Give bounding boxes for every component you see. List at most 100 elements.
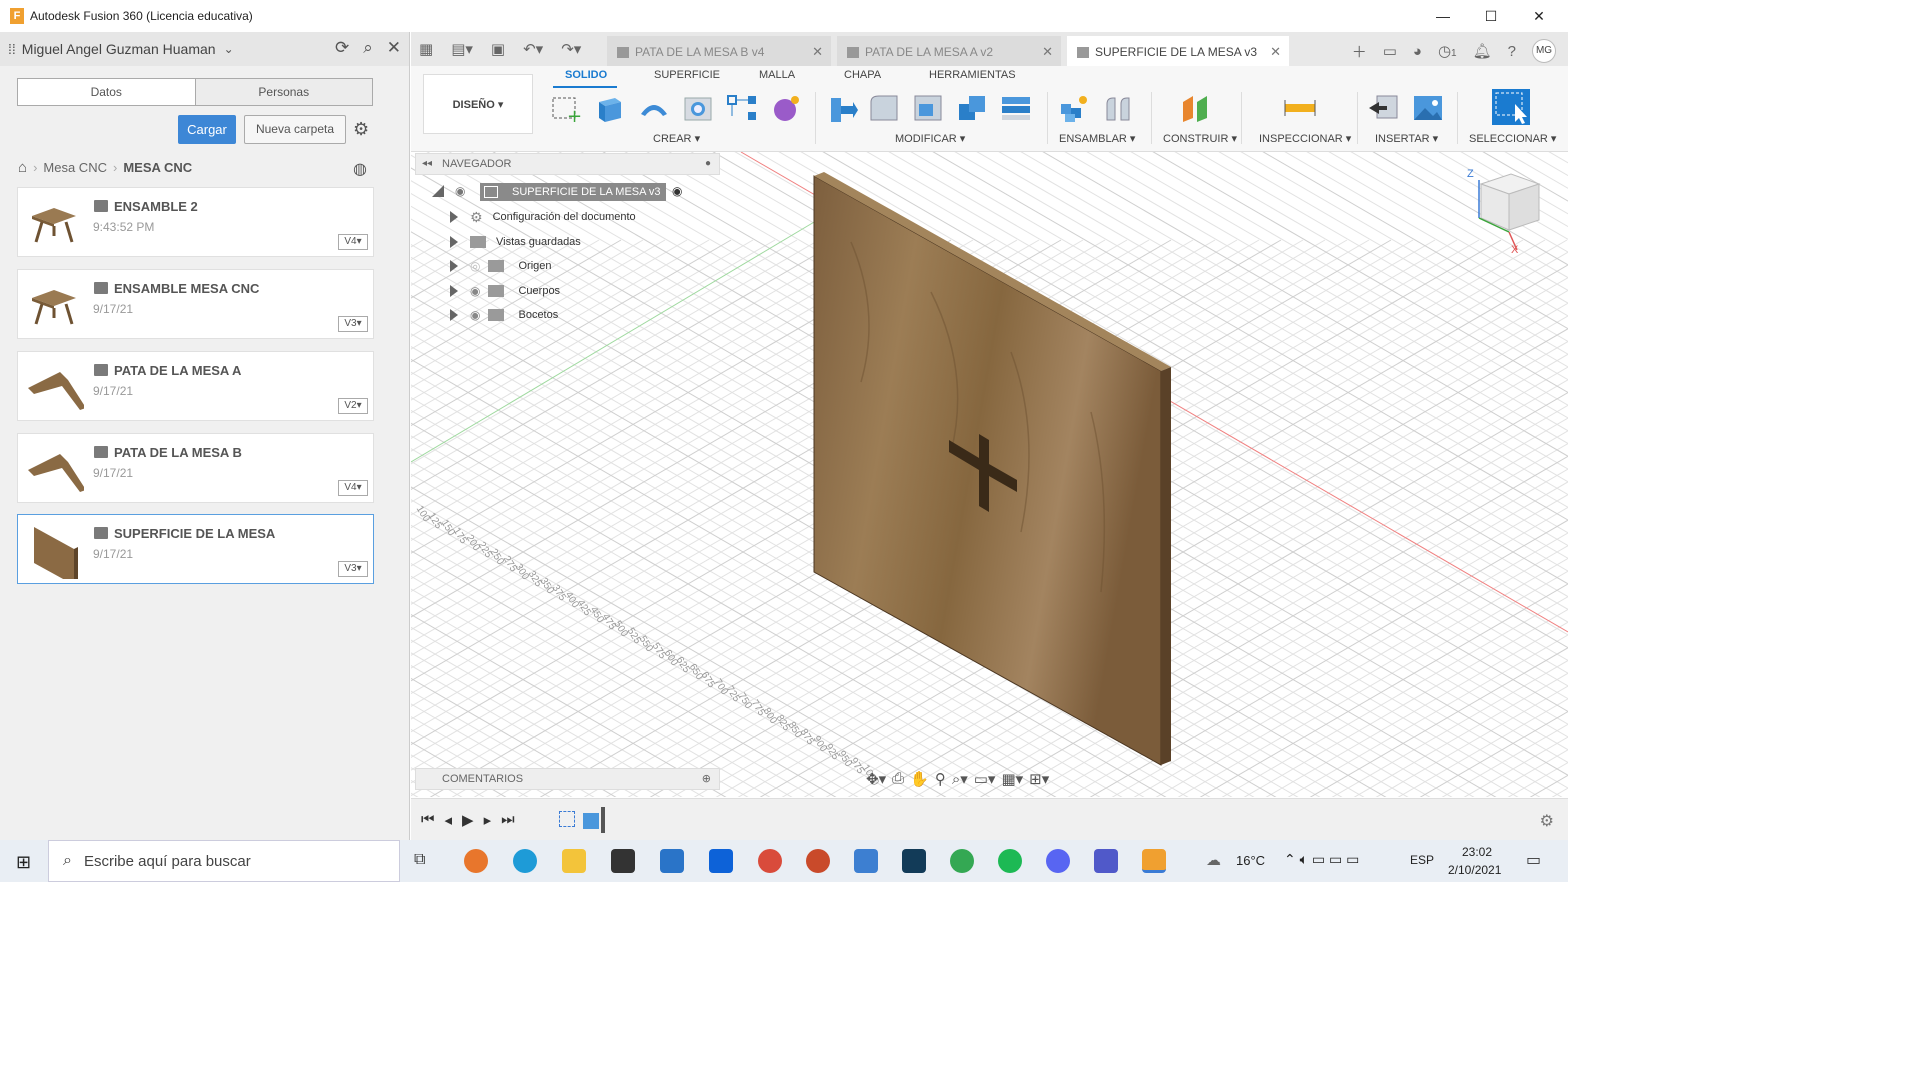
group-modificar[interactable]: MODIFICAR ▾ — [895, 132, 965, 145]
collapse-icon[interactable]: ◂◂ — [422, 154, 432, 174]
comments-panel-header[interactable]: COMENTARIOS ⊕ — [415, 768, 720, 790]
timeline-extrude-icon[interactable] — [583, 813, 599, 829]
group-ensamblar[interactable]: ENSAMBLAR ▾ — [1059, 132, 1135, 145]
breadcrumb-folder[interactable]: MESA CNC — [123, 160, 192, 175]
expand-arrow-icon[interactable] — [450, 260, 458, 272]
file-card[interactable]: PATA DE LA MESA A 9/17/21 V2▾ — [17, 351, 374, 421]
close-panel-icon[interactable]: ✕ — [387, 38, 401, 58]
chrome-icon[interactable] — [758, 849, 782, 873]
select-icon[interactable] — [1491, 88, 1531, 126]
solidworks-icon[interactable] — [902, 849, 926, 873]
eye-icon[interactable]: ◉ — [455, 184, 465, 198]
minimize-button[interactable]: — — [1420, 0, 1466, 32]
user-name[interactable]: Miguel Angel Guzman Huaman — [22, 41, 216, 57]
timeline-sketch-icon[interactable] — [559, 811, 575, 827]
notifications-icon[interactable]: ▭ — [1526, 850, 1541, 870]
job-status-icon[interactable]: ◷1 — [1438, 42, 1457, 60]
insert-derive-icon[interactable] — [1367, 92, 1401, 124]
offset-plane-icon[interactable] — [1179, 92, 1213, 124]
close-tab-icon[interactable]: ✕ — [1042, 44, 1053, 60]
group-insertar[interactable]: INSERTAR ▾ — [1375, 132, 1438, 145]
doc-tab-active[interactable]: SUPERFICIE DE LA MESA v3 ✕ — [1067, 36, 1289, 66]
joint-icon[interactable] — [1101, 92, 1135, 124]
notifications-icon[interactable]: 🔔︎ — [1473, 42, 1492, 60]
edge-icon[interactable] — [513, 849, 537, 873]
version-dropdown[interactable]: V2▾ — [338, 398, 368, 414]
file-card[interactable]: PATA DE LA MESA B 9/17/21 V4▾ — [17, 433, 374, 503]
extrude-icon[interactable] — [593, 92, 627, 124]
app-grid-icon[interactable]: ▦ — [419, 40, 433, 58]
file-card[interactable]: ENSAMBLE MESA CNC 9/17/21 V3▾ — [17, 269, 374, 339]
powerpoint-icon[interactable] — [806, 849, 830, 873]
version-dropdown[interactable]: V4▾ — [338, 234, 368, 250]
pan-icon[interactable]: ✋ — [910, 770, 929, 788]
fit-icon[interactable]: ⌕▾ — [952, 770, 968, 788]
timeline-marker[interactable] — [601, 807, 605, 833]
tab-datos[interactable]: Datos — [18, 79, 195, 105]
expand-arrow-icon[interactable] — [450, 285, 458, 297]
tree-root-toggle[interactable] — [432, 185, 444, 197]
file-explorer-icon[interactable] — [562, 849, 586, 873]
group-construir[interactable]: CONSTRUIR ▾ — [1163, 132, 1237, 145]
workspace-switcher[interactable]: DISEÑO ▾ — [423, 74, 533, 134]
table-top-body[interactable] — [813, 172, 1171, 766]
activate-radio-icon[interactable]: ◉ — [672, 184, 682, 198]
taskbar-search[interactable]: ⌕ Escribe aquí para buscar — [48, 840, 400, 882]
eye-hidden-icon[interactable]: ◎ — [470, 259, 480, 273]
press-pull-icon[interactable] — [825, 92, 859, 124]
discord-icon[interactable] — [1046, 849, 1070, 873]
mail-icon[interactable] — [660, 849, 684, 873]
doc-tab[interactable]: PATA DE LA MESA B v4 ✕ — [607, 36, 831, 66]
hole-icon[interactable] — [681, 92, 715, 124]
new-folder-button[interactable]: Nueva carpeta — [244, 115, 346, 144]
temperature[interactable]: 16°C — [1236, 853, 1265, 868]
windows-start-icon[interactable]: ⊞ — [16, 852, 31, 873]
tree-item-saved-views[interactable]: Vistas guardadas — [450, 232, 581, 252]
globe-icon[interactable]: ◍ — [353, 159, 367, 179]
gear-icon[interactable]: ⚙ — [353, 119, 369, 140]
eye-icon[interactable]: ◉ — [470, 308, 480, 322]
tree-item-bodies[interactable]: ◉ Cuerpos — [450, 281, 560, 301]
zoom-icon[interactable]: ⚲ — [935, 770, 946, 788]
file-card[interactable]: ENSAMBLE 2 9:43:52 PM V4▾ — [17, 187, 374, 257]
calculator-icon[interactable] — [854, 849, 878, 873]
add-comment-icon[interactable]: ⊕ — [702, 769, 711, 789]
clock-time[interactable]: 23:02 — [1462, 845, 1492, 859]
version-dropdown[interactable]: V4▾ — [338, 480, 368, 496]
create-sketch-icon[interactable]: + — [549, 92, 583, 124]
close-tab-icon[interactable]: ✕ — [812, 44, 823, 60]
new-tab-icon[interactable]: ＋ — [1352, 41, 1367, 62]
redo-icon[interactable]: ↷▾ — [561, 40, 581, 58]
close-tab-icon[interactable]: ✕ — [1270, 44, 1281, 60]
step-forward-icon[interactable]: ▸ — [484, 811, 492, 829]
close-button[interactable]: ✕ — [1516, 0, 1562, 32]
home-icon[interactable]: ⌂ — [18, 159, 27, 176]
file-menu-icon[interactable]: ▤▾ — [451, 40, 473, 58]
clock-date[interactable]: 2/10/2021 — [1448, 863, 1501, 877]
chevron-down-icon[interactable]: ⌄ — [224, 42, 234, 56]
version-dropdown[interactable]: V3▾ — [338, 561, 368, 577]
dropbox-icon[interactable] — [709, 849, 733, 873]
tree-item-settings[interactable]: ⚙ Configuración del documento — [450, 207, 636, 227]
view-cube[interactable]: Z X — [1467, 168, 1549, 256]
step-back-icon[interactable]: ◂ — [445, 811, 453, 829]
go-to-end-icon[interactable]: ⏭ — [501, 811, 515, 829]
extensions-icon[interactable]: ◕ — [1413, 43, 1422, 60]
refresh-icon[interactable]: ⟳ — [335, 38, 349, 58]
group-seleccionar[interactable]: SELECCIONAR ▾ — [1469, 132, 1556, 145]
go-to-start-icon[interactable]: ⏮ — [421, 811, 435, 829]
expand-arrow-icon[interactable] — [450, 309, 458, 321]
pin-icon[interactable]: ● — [705, 154, 711, 174]
upload-button[interactable]: Cargar — [178, 115, 236, 144]
combine-icon[interactable] — [955, 92, 989, 124]
tab-solido[interactable]: SOLIDO — [565, 69, 607, 81]
create-form-icon[interactable] — [769, 92, 803, 124]
avatar[interactable]: MG — [1532, 39, 1556, 63]
search-icon[interactable]: ⌕ — [363, 38, 373, 58]
store-icon[interactable] — [611, 849, 635, 873]
orbit-icon[interactable]: ✥▾ — [866, 770, 886, 788]
weather-icon[interactable]: ☁ — [1206, 851, 1221, 869]
tab-superficie[interactable]: SUPERFICIE — [654, 69, 720, 81]
revolve-icon[interactable] — [637, 92, 671, 124]
grid-settings-icon[interactable]: ▦▾ — [1001, 770, 1023, 788]
